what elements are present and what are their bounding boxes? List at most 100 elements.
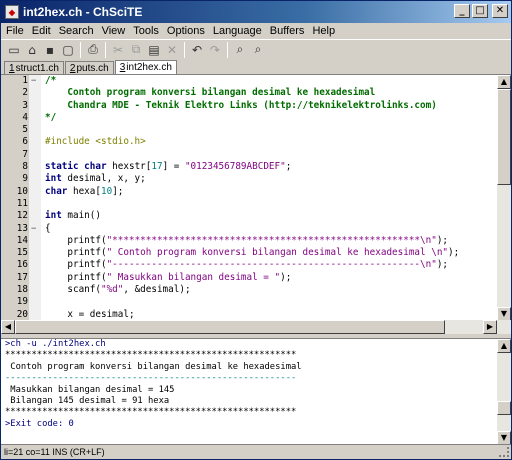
- minimize-button[interactable]: _: [454, 4, 470, 18]
- app-window: ◆ int2hex.ch - ChSciTE _ □ ✕ File Edit S…: [0, 0, 512, 460]
- menu-search[interactable]: Search: [56, 25, 99, 37]
- menu-help[interactable]: Help: [309, 25, 340, 37]
- code-line[interactable]: 11: [1, 198, 501, 210]
- line-number: 3: [22, 99, 28, 111]
- code-token: );: [436, 259, 449, 271]
- resize-grip-icon[interactable]: [499, 447, 509, 457]
- tab-bar: 1 struct1.ch 2 puts.ch 3 int2hex.ch: [1, 59, 511, 74]
- code-text: /*: [45, 75, 56, 87]
- line-number: 8: [22, 161, 28, 173]
- menu-buffers[interactable]: Buffers: [267, 25, 310, 37]
- code-text: int desimal, x, y;: [45, 173, 146, 185]
- tab-puts-ch[interactable]: 2 puts.ch: [64, 61, 114, 74]
- code-line[interactable]: 19: [1, 296, 501, 308]
- close-button[interactable]: ✕: [492, 4, 508, 18]
- scroll-down-arrow-icon[interactable]: ▼: [497, 307, 511, 320]
- window-title: int2hex.ch - ChSciTE: [23, 5, 143, 19]
- code-line[interactable]: 3 Chandra MDE - Teknik Elektro Links (ht…: [1, 100, 501, 112]
- code-token: "***************************************…: [106, 234, 437, 246]
- output-vertical-scrollbar[interactable]: ▲ ▼: [497, 339, 511, 444]
- menu-options[interactable]: Options: [164, 25, 210, 37]
- toolbar-separator: [80, 41, 81, 58]
- code-text: printf("--------------------------------…: [45, 259, 448, 271]
- line-number: 12: [16, 210, 28, 222]
- editor-vertical-scrollbar[interactable]: ▲ ▼: [497, 75, 511, 320]
- editor-horizontal-scrollbar[interactable]: ◀ ▶: [1, 320, 511, 334]
- delete-icon[interactable]: ✕: [163, 41, 181, 59]
- undo-icon[interactable]: ↶: [188, 41, 206, 59]
- code-line[interactable]: 20 x = desimal;: [1, 309, 501, 320]
- code-line[interactable]: 13−{: [1, 223, 501, 235]
- fold-marker-icon[interactable]: −: [31, 223, 36, 235]
- code-line[interactable]: 14 printf("*****************************…: [1, 235, 501, 247]
- scroll-right-arrow-icon[interactable]: ▶: [483, 320, 497, 334]
- close-file-icon[interactable]: ▢: [59, 41, 77, 59]
- scroll-left-arrow-icon[interactable]: ◀: [1, 320, 15, 334]
- output-scroll-down-arrow-icon[interactable]: ▼: [497, 431, 511, 444]
- output-line: Bilangan 145 desimal = 91 hexa: [5, 395, 170, 406]
- output-pane[interactable]: >ch -u ./int2hex.ch *********************…: [1, 338, 511, 444]
- copy-icon[interactable]: ⧉: [127, 41, 145, 59]
- code-line[interactable]: 10 char hexa[10];: [1, 186, 501, 198]
- code-lines[interactable]: 1−/* 2 Contoh program konversi bilangan d…: [1, 75, 501, 320]
- code-line[interactable]: 16 printf("-----------------------------…: [1, 259, 501, 271]
- code-token: printf(: [45, 259, 107, 271]
- tab-label: struct1.ch: [15, 62, 59, 74]
- code-token: x = desimal;: [45, 308, 135, 320]
- menu-tools[interactable]: Tools: [130, 25, 164, 37]
- menu-bar: File Edit Search View Tools Options Lang…: [1, 23, 511, 39]
- scroll-thumb[interactable]: [497, 89, 511, 185]
- code-line[interactable]: 12 int main(): [1, 210, 501, 222]
- fold-marker-icon[interactable]: −: [31, 75, 36, 87]
- status-bar: li=21 co=11 INS (CR+LF): [1, 444, 511, 459]
- open-folder-icon[interactable]: ⌂: [23, 41, 41, 59]
- code-line[interactable]: 18 scanf("%d", &desimal);: [1, 284, 501, 296]
- output-scroll-up-arrow-icon[interactable]: ▲: [497, 339, 511, 353]
- find-icon[interactable]: ⌕: [231, 41, 249, 59]
- cut-icon[interactable]: ✂: [109, 41, 127, 59]
- line-number: 6: [22, 136, 28, 148]
- code-text: x = desimal;: [45, 308, 135, 320]
- code-line[interactable]: 2 Contoh program konversi bilangan desim…: [1, 87, 501, 99]
- code-line[interactable]: 15 printf(" Contoh program konversi bila…: [1, 247, 501, 259]
- output-scroll-thumb[interactable]: [497, 401, 511, 415]
- redo-icon[interactable]: ↷: [206, 41, 224, 59]
- code-token: " Contoh program konversi bilangan desim…: [106, 247, 449, 259]
- title-bar[interactable]: ◆ int2hex.ch - ChSciTE _ □ ✕: [1, 1, 511, 23]
- print-icon[interactable]: ⎙: [84, 41, 102, 59]
- code-line[interactable]: 8 static char hexstr[17] = "0123456789ABC…: [1, 161, 501, 173]
- code-line[interactable]: 6 #include <stdio.h>: [1, 136, 501, 148]
- code-token: hexa[: [67, 185, 101, 197]
- code-line[interactable]: 17 printf(" Masukkan bilangan desimal = …: [1, 272, 501, 284]
- code-token: "---------------------------------------…: [106, 259, 437, 271]
- menu-view[interactable]: View: [99, 25, 131, 37]
- code-line[interactable]: 5: [1, 124, 501, 136]
- code-text: */: [45, 112, 56, 124]
- replace-icon[interactable]: ⌕: [249, 41, 267, 59]
- menu-file[interactable]: File: [3, 25, 29, 37]
- code-token: desimal, x, y;: [61, 173, 146, 185]
- code-line[interactable]: 9 int desimal, x, y;: [1, 173, 501, 185]
- code-token: );: [448, 247, 460, 259]
- maximize-button[interactable]: □: [472, 4, 488, 18]
- code-editor[interactable]: 1−/* 2 Contoh program konversi bilangan d…: [1, 74, 511, 320]
- new-file-icon[interactable]: ▭: [5, 41, 23, 59]
- tab-int2hex-ch[interactable]: 3 int2hex.ch: [114, 60, 177, 74]
- code-line[interactable]: 7: [1, 149, 501, 161]
- line-number: 14: [16, 234, 28, 246]
- hscroll-thumb[interactable]: [15, 320, 445, 334]
- line-number: 15: [16, 247, 28, 259]
- line-number: 9: [22, 173, 28, 185]
- code-line[interactable]: 1−/*: [1, 75, 501, 87]
- save-icon[interactable]: ▪: [41, 41, 59, 59]
- menu-edit[interactable]: Edit: [29, 25, 56, 37]
- menu-language[interactable]: Language: [210, 25, 267, 37]
- tab-struct1-ch[interactable]: 1 struct1.ch: [4, 61, 64, 74]
- paste-icon[interactable]: ▤: [145, 41, 163, 59]
- code-text: static char hexstr[17] = "0123456789ABCD…: [45, 161, 291, 173]
- toolbar-separator: [184, 41, 185, 58]
- app-icon[interactable]: ◆: [5, 5, 19, 19]
- code-line[interactable]: 4 */: [1, 112, 501, 124]
- code-token: printf(: [45, 247, 107, 259]
- scroll-up-arrow-icon[interactable]: ▲: [497, 75, 511, 89]
